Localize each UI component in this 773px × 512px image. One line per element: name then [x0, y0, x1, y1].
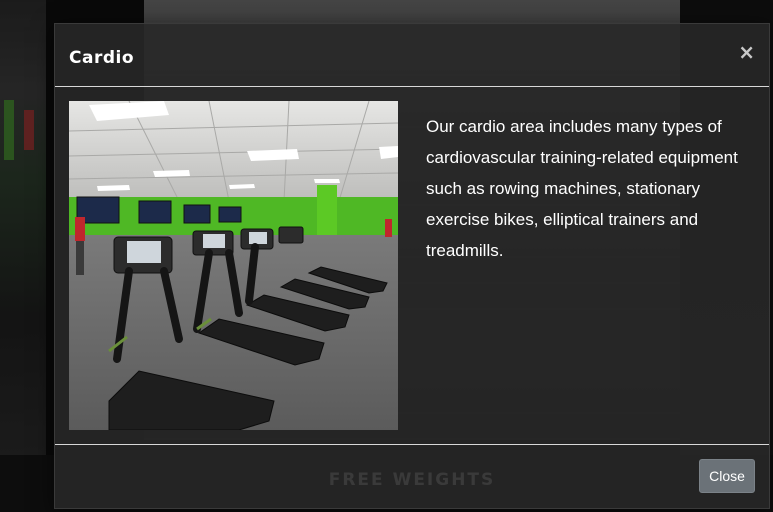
cardio-modal: Cardio × Our cardio area includes many t…	[54, 23, 770, 509]
close-icon[interactable]: ×	[738, 40, 755, 64]
modal-body: Our cardio area includes many types of c…	[55, 87, 769, 443]
modal-footer: FREE WEIGHTS Close	[55, 444, 769, 508]
modal-title: Cardio	[69, 48, 135, 68]
background-section-label: FREE WEIGHTS	[328, 470, 496, 490]
modal-header: Cardio ×	[55, 24, 769, 87]
close-button[interactable]: Close	[699, 459, 755, 493]
modal-description: Our cardio area includes many types of c…	[426, 117, 738, 260]
cardio-photo	[69, 101, 398, 430]
treadmill-room-illustration	[69, 101, 398, 430]
